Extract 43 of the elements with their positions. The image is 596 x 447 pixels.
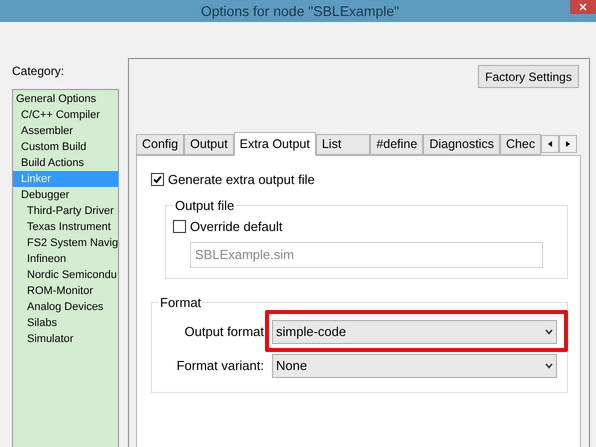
scroll-left-button[interactable] — [541, 135, 560, 153]
checkmark-icon — [153, 175, 162, 184]
tab[interactable]: Config — [136, 134, 184, 155]
tab[interactable]: Diagnostics — [423, 134, 500, 155]
category-item[interactable]: Custom Build — [13, 139, 118, 155]
category-item[interactable]: Silabs — [13, 315, 118, 331]
factory-settings-button[interactable]: Factory Settings — [478, 65, 579, 88]
category-item[interactable]: Debugger — [13, 187, 118, 203]
window-title: Options for node "SBLExample" — [200, 2, 400, 21]
dropdown[interactable]: simple-code — [272, 320, 557, 344]
category-item[interactable]: Assembler — [13, 123, 118, 139]
category-item[interactable]: FS2 System Navig — [13, 235, 118, 251]
group-title: Format — [159, 294, 202, 312]
group-title: Output file — [174, 196, 236, 215]
checkbox[interactable] — [151, 173, 164, 186]
category-item[interactable]: Third-Party Driver — [13, 203, 118, 219]
category-item[interactable]: Nordic Semicondu — [13, 267, 118, 283]
field-label: Format variant: — [176, 357, 264, 376]
checkbox-label: Override default — [190, 218, 282, 236]
category-item[interactable]: C/C++ Compiler — [13, 107, 118, 123]
category-item[interactable]: Texas Instrument — [13, 219, 118, 235]
close-button[interactable] — [570, 0, 596, 14]
chevron-down-icon — [545, 363, 553, 369]
tab[interactable]: Output — [184, 134, 234, 155]
checkbox-label: Generate extra output file — [168, 171, 315, 189]
category-item[interactable]: Build Actions — [13, 155, 118, 171]
left-arrow-icon — [548, 141, 552, 147]
field-label: Output format — [184, 323, 264, 342]
category-item[interactable]: General Options — [13, 91, 118, 107]
tab[interactable]: Chec — [500, 134, 542, 155]
category-item[interactable]: ROM-Monitor — [13, 283, 118, 299]
category-label: Category: — [12, 63, 66, 80]
category-item[interactable]: Infineon — [13, 251, 118, 267]
category-item[interactable]: Simulator — [13, 331, 118, 347]
right-arrow-icon — [566, 141, 570, 147]
dropdown[interactable]: None — [272, 354, 557, 378]
tab[interactable]: #define — [370, 134, 424, 155]
tab[interactable]: List — [316, 134, 370, 155]
chevron-down-icon — [545, 329, 553, 335]
close-icon — [579, 3, 587, 11]
category-item[interactable]: Analog Devices — [13, 299, 118, 315]
scroll-right-button[interactable] — [559, 135, 578, 153]
tab[interactable]: Extra Output — [234, 132, 316, 156]
